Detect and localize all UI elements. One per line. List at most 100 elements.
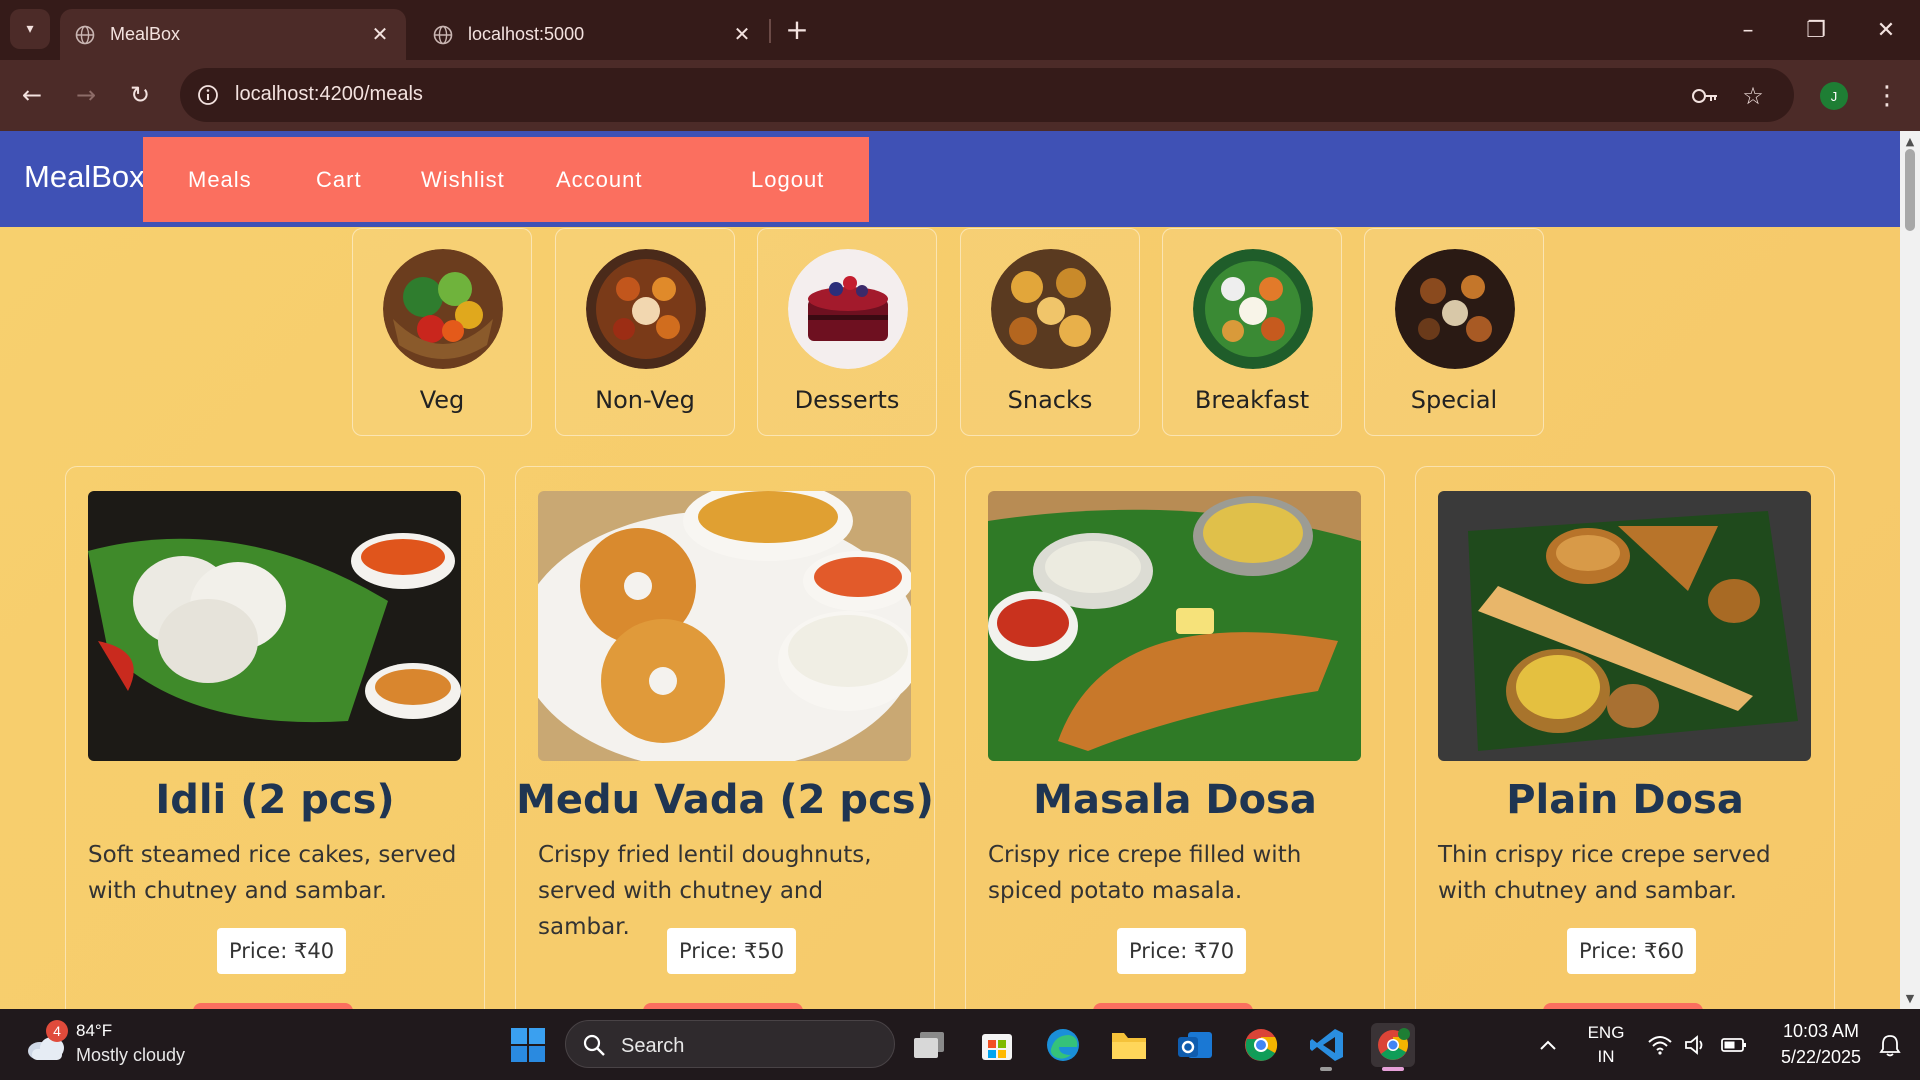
meal-description: Thin crispy rice crepe served with chutn… bbox=[1438, 842, 1771, 904]
meal-card-masala-dosa: Masala Dosa Crispy rice crepe filled wit… bbox=[965, 466, 1385, 1009]
volume-icon[interactable] bbox=[1676, 1023, 1716, 1067]
category-desserts[interactable]: Desserts bbox=[757, 228, 937, 436]
restore-icon: ❐ bbox=[1806, 17, 1826, 43]
temperature[interactable]: 84°F bbox=[76, 1021, 112, 1041]
tab-localhost-5000[interactable]: localhost:5000 ✕ bbox=[418, 9, 768, 60]
meal-card-idli: Idli (2 pcs) Soft steamed rice cakes, se… bbox=[65, 466, 485, 1009]
category-label: Non-Veg bbox=[595, 386, 695, 414]
search-icon bbox=[583, 1034, 605, 1056]
wifi-icon[interactable] bbox=[1640, 1023, 1680, 1067]
non-veg-platter-image bbox=[586, 249, 706, 369]
star-icon[interactable]: ☆ bbox=[1738, 81, 1768, 111]
chevron-down-icon: ▾ bbox=[26, 21, 34, 37]
meal-description: Crispy rice crepe filled with spiced pot… bbox=[988, 842, 1302, 904]
meal-title: Idli (2 pcs) bbox=[155, 777, 395, 823]
microsoft-store-icon[interactable] bbox=[975, 1023, 1019, 1067]
category-label: Snacks bbox=[1007, 386, 1093, 414]
category-special[interactable]: Special bbox=[1364, 228, 1544, 436]
page-scrollbar[interactable]: ▲ ▼ bbox=[1900, 131, 1920, 1009]
windows-taskbar: 4 84°F Mostly cloudy Search ENG IN 10:03… bbox=[0, 1009, 1920, 1080]
price-badge: Price: ₹60 bbox=[1567, 928, 1697, 974]
key-icon[interactable] bbox=[1690, 81, 1720, 111]
price-badge: Price: ₹50 bbox=[667, 928, 797, 974]
notifications-icon[interactable] bbox=[1870, 1023, 1910, 1067]
price-badge: Price: ₹40 bbox=[217, 928, 347, 974]
tab-search-button[interactable]: ▾ bbox=[10, 9, 50, 49]
close-icon[interactable]: ✕ bbox=[730, 23, 754, 47]
minimize-button[interactable]: – bbox=[1718, 8, 1778, 52]
nav-cart[interactable]: Cart bbox=[316, 167, 362, 193]
clock-time[interactable]: 10:03 AM bbox=[1766, 1021, 1876, 1042]
new-tab-button[interactable]: + bbox=[780, 12, 814, 46]
language-code[interactable]: ENG bbox=[1586, 1023, 1626, 1043]
arrow-right-icon: → bbox=[75, 81, 97, 109]
chrome-profile-icon[interactable] bbox=[1371, 1023, 1415, 1067]
browser-toolbar: ← → ↻ localhost:4200/meals ☆ J ⋮ bbox=[0, 60, 1920, 131]
scroll-down-icon[interactable]: ▼ bbox=[1904, 991, 1916, 1005]
back-button[interactable]: ← bbox=[10, 73, 54, 117]
windows-start-icon[interactable] bbox=[506, 1023, 550, 1067]
scrollbar-thumb[interactable] bbox=[1905, 149, 1915, 231]
edge-icon[interactable] bbox=[1041, 1023, 1085, 1067]
tab-title: localhost:5000 bbox=[468, 24, 585, 44]
brand-logo[interactable]: MealBox bbox=[24, 159, 145, 195]
nav-wishlist[interactable]: Wishlist bbox=[421, 167, 505, 193]
profile-initial: J bbox=[1830, 88, 1838, 104]
clock-date[interactable]: 5/22/2025 bbox=[1766, 1047, 1876, 1068]
nav-account[interactable]: Account bbox=[556, 167, 643, 193]
category-label: Special bbox=[1410, 386, 1498, 414]
category-label: Breakfast bbox=[1194, 386, 1310, 414]
close-icon[interactable]: ✕ bbox=[368, 23, 392, 47]
vscode-icon[interactable] bbox=[1305, 1023, 1349, 1067]
more-menu-icon[interactable]: ⋮ bbox=[1872, 78, 1902, 114]
weather-badge: 4 bbox=[46, 1020, 68, 1042]
medu-vada-image bbox=[538, 491, 911, 761]
weather-description[interactable]: Mostly cloudy bbox=[76, 1045, 185, 1066]
profile-avatar[interactable]: J bbox=[1820, 82, 1848, 110]
site-info-icon[interactable] bbox=[194, 81, 222, 109]
reload-icon: ↻ bbox=[129, 81, 151, 109]
address-bar[interactable]: localhost:4200/meals ☆ bbox=[180, 68, 1794, 122]
meal-title: Medu Vada (2 pcs) bbox=[516, 777, 934, 823]
task-view-icon[interactable] bbox=[908, 1023, 952, 1067]
main-nav: Meals Cart Wishlist Account Logout bbox=[143, 137, 869, 222]
reload-button[interactable]: ↻ bbox=[118, 73, 162, 117]
outlook-icon[interactable] bbox=[1173, 1023, 1217, 1067]
forward-button[interactable]: → bbox=[64, 73, 108, 117]
south-indian-breakfast-image bbox=[1193, 249, 1313, 369]
battery-icon[interactable] bbox=[1714, 1023, 1754, 1067]
price-badge: Price: ₹70 bbox=[1117, 928, 1247, 974]
page-viewport: MealBox Meals Cart Wishlist Account Logo… bbox=[0, 131, 1900, 1009]
tab-mealbox[interactable]: MealBox ✕ bbox=[60, 9, 406, 60]
special-thali-image bbox=[1395, 249, 1515, 369]
category-label: Desserts bbox=[794, 386, 900, 414]
chevron-up-icon[interactable] bbox=[1526, 1023, 1570, 1067]
active-indicator bbox=[1382, 1067, 1404, 1071]
plain-dosa-image bbox=[1438, 491, 1811, 761]
language-region[interactable]: IN bbox=[1586, 1047, 1626, 1067]
category-breakfast[interactable]: Breakfast bbox=[1162, 228, 1342, 436]
restore-button[interactable]: ❐ bbox=[1786, 8, 1846, 52]
search-placeholder: Search bbox=[621, 1035, 685, 1057]
nav-meals[interactable]: Meals bbox=[188, 167, 252, 193]
meal-description: Soft steamed rice cakes, served with chu… bbox=[88, 842, 457, 904]
minimize-icon: – bbox=[1742, 17, 1754, 43]
app-header: MealBox Meals Cart Wishlist Account Logo… bbox=[0, 131, 1900, 227]
address-text[interactable]: localhost:4200/meals bbox=[235, 83, 423, 106]
meal-title: Masala Dosa bbox=[1033, 777, 1317, 823]
close-icon: ✕ bbox=[1876, 17, 1896, 43]
scroll-up-icon[interactable]: ▲ bbox=[1904, 134, 1916, 148]
globe-icon bbox=[432, 24, 454, 46]
idli-image bbox=[88, 491, 461, 761]
category-veg[interactable]: Veg bbox=[352, 228, 532, 436]
close-window-button[interactable]: ✕ bbox=[1856, 8, 1916, 52]
category-non-veg[interactable]: Non-Veg bbox=[555, 228, 735, 436]
file-explorer-icon[interactable] bbox=[1107, 1023, 1151, 1067]
nav-logout[interactable]: Logout bbox=[751, 167, 824, 193]
taskbar-search[interactable]: Search bbox=[565, 1020, 895, 1068]
chrome-icon[interactable] bbox=[1239, 1023, 1283, 1067]
running-indicator bbox=[1320, 1067, 1332, 1071]
plus-icon: + bbox=[785, 12, 809, 46]
masala-dosa-image bbox=[988, 491, 1361, 761]
category-snacks[interactable]: Snacks bbox=[960, 228, 1140, 436]
